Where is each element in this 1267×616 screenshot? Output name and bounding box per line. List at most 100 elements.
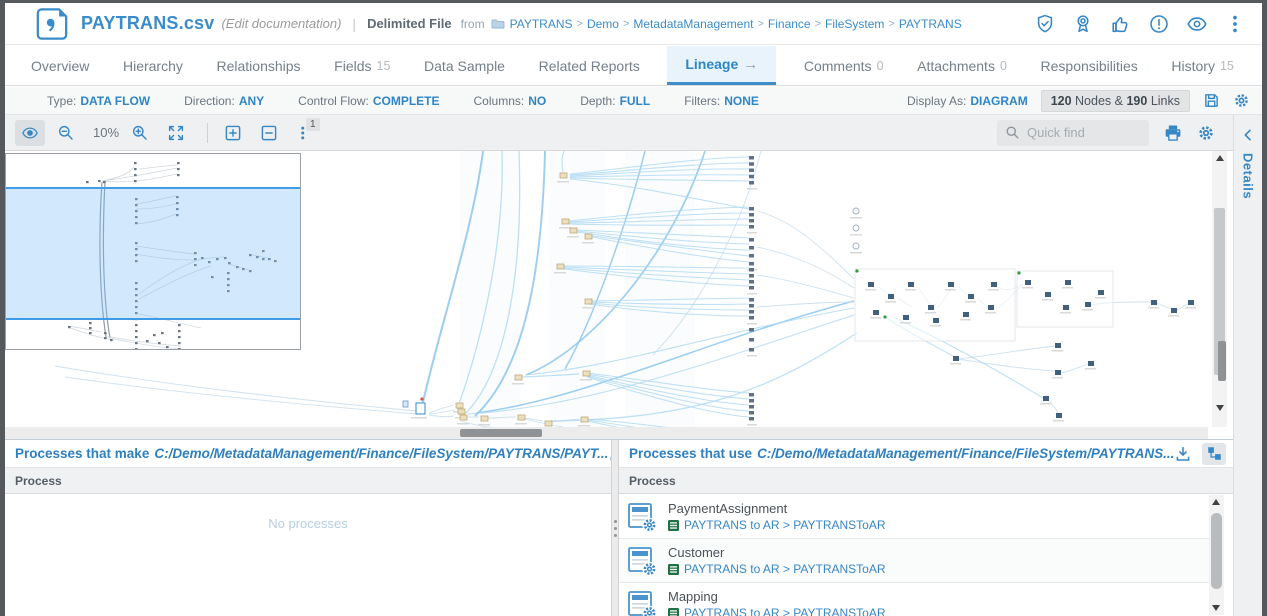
lineage-arrow-icon: → xyxy=(743,56,758,73)
nodes-links-count: 120 Nodes & 190 Links xyxy=(1041,90,1190,112)
process-path[interactable]: PAYTRANS to AR > PAYTRANSToAR xyxy=(684,562,886,576)
process-path[interactable]: PAYTRANS to AR > PAYTRANSToAR xyxy=(684,606,886,616)
tab-comments[interactable]: Comments0 xyxy=(798,46,890,85)
tab-badge: 15 xyxy=(1220,59,1234,73)
settings-gear-icon[interactable] xyxy=(1233,92,1250,109)
collapse-all-button[interactable] xyxy=(254,120,284,146)
breadcrumb-item[interactable]: MetadataManagement xyxy=(633,17,753,31)
diagram-settings-gear-icon[interactable] xyxy=(1197,124,1215,142)
header-divider: | xyxy=(352,16,356,32)
zoom-out-button[interactable] xyxy=(51,120,81,146)
delimited-file-icon xyxy=(35,7,69,41)
tab-history[interactable]: History15 xyxy=(1165,46,1239,85)
alert-circle-icon[interactable] xyxy=(1148,13,1170,35)
tab-data-sample[interactable]: Data Sample xyxy=(418,46,511,85)
overflow-count-badge: 1 xyxy=(306,118,320,131)
filter-depth[interactable]: Depth:FULL xyxy=(580,94,650,108)
tab-related-reports[interactable]: Related Reports xyxy=(533,46,646,85)
processes-that-make-panel: Processes that make C:/Demo/MetadataMana… xyxy=(5,440,611,616)
process-row[interactable]: Mapping PAYTRANS to AR > PAYTRANSToAR xyxy=(619,583,1209,616)
zoom-in-button[interactable] xyxy=(125,120,155,146)
minimap-viewport[interactable] xyxy=(6,187,300,320)
breadcrumb-item[interactable]: FileSystem xyxy=(825,17,884,31)
tab-responsibilities[interactable]: Responsibilities xyxy=(1035,46,1144,85)
filter-filters[interactable]: Filters:NONE xyxy=(684,94,759,108)
tab-overview[interactable]: Overview xyxy=(25,46,95,85)
scroll-down-arrow[interactable] xyxy=(1216,405,1224,411)
process-column-header: Process xyxy=(5,468,611,494)
diagram-horizontal-scrollbar[interactable] xyxy=(5,427,1208,439)
breadcrumb-item[interactable]: PAYTRANS xyxy=(510,17,573,31)
process-panels: Processes that make C:/Demo/MetadataMana… xyxy=(5,439,1233,616)
award-ribbon-icon[interactable] xyxy=(1072,13,1094,35)
download-icon[interactable] xyxy=(1174,445,1192,463)
scroll-up-arrow[interactable] xyxy=(1212,499,1220,505)
process-row[interactable]: PaymentAssignment PAYTRANS to AR > PAYTR… xyxy=(619,495,1209,539)
filter-control-flow[interactable]: Control Flow:COMPLETE xyxy=(298,94,439,108)
tree-view-toggle-icon[interactable] xyxy=(1202,443,1226,465)
overview-eye-button[interactable] xyxy=(15,120,45,146)
kebab-menu-icon[interactable] xyxy=(1224,13,1246,35)
tab-badge: 0 xyxy=(877,59,884,73)
process-row[interactable]: Customer PAYTRANS to AR > PAYTRANSToAR xyxy=(619,539,1209,583)
filter-columns[interactable]: Columns:NO xyxy=(474,94,547,108)
file-type-label: Delimited File xyxy=(367,16,452,31)
process-list-scrollbar[interactable] xyxy=(1209,495,1224,615)
diagram-toolbar: 10% 1 xyxy=(5,115,1233,151)
shield-check-icon[interactable] xyxy=(1034,13,1056,35)
diagram-vertical-scrollbar[interactable] xyxy=(1212,151,1227,427)
scrollbar-thumb[interactable] xyxy=(1218,341,1226,381)
panel-splitter[interactable] xyxy=(611,440,619,616)
filter-direction[interactable]: Direction:ANY xyxy=(184,94,264,108)
mapping-sheet-icon xyxy=(668,608,679,616)
panel-title-path: C:/Demo/MetadataManagement/Finance/FileS… xyxy=(757,446,1174,461)
fit-to-screen-button[interactable] xyxy=(161,120,191,146)
scrollbar-thumb[interactable] xyxy=(460,429,542,437)
download-icon[interactable] xyxy=(608,445,611,463)
process-name: Mapping xyxy=(668,589,886,604)
processes-that-use-panel: Processes that use C:/Demo/MetadataManag… xyxy=(619,440,1233,616)
save-diagram-icon[interactable] xyxy=(1203,92,1220,109)
tab-badge: 0 xyxy=(1000,59,1007,73)
tab-hierarchy[interactable]: Hierarchy xyxy=(117,46,189,85)
process-name: Customer xyxy=(668,545,886,560)
print-icon[interactable] xyxy=(1163,123,1183,143)
details-panel-collapsed: Details xyxy=(1233,115,1262,616)
process-path[interactable]: PAYTRANS to AR > PAYTRANSToAR xyxy=(684,518,886,532)
scrollbar-thumb[interactable] xyxy=(1211,513,1222,589)
lineage-filter-bar: Type:DATA FLOW Direction:ANY Control Flo… xyxy=(5,87,1262,115)
process-column-header: Process xyxy=(619,468,1233,494)
overflow-menu-button[interactable]: 1 xyxy=(290,120,320,146)
breadcrumb-item[interactable]: Finance xyxy=(768,17,811,31)
from-label: from xyxy=(461,17,485,31)
details-panel-label[interactable]: Details xyxy=(1241,153,1256,199)
metadata-manager-window: PAYTRANS.csv (Edit documentation) | Deli… xyxy=(0,0,1267,616)
expand-details-chevron-icon[interactable] xyxy=(1240,127,1256,143)
breadcrumb: PAYTRANS> Demo> MetadataManagement> Fina… xyxy=(510,17,962,31)
scroll-up-arrow[interactable] xyxy=(1216,155,1224,161)
scroll-down-arrow[interactable] xyxy=(1212,605,1220,611)
page-title: PAYTRANS.csv xyxy=(81,13,214,34)
empty-state-message: No processes xyxy=(5,494,611,531)
mapping-sheet-icon xyxy=(668,564,679,575)
tab-lineage[interactable]: Lineage→ xyxy=(667,46,776,85)
eye-icon[interactable] xyxy=(1186,13,1208,35)
tab-bar: Overview Hierarchy Relationships Fields1… xyxy=(5,46,1262,86)
breadcrumb-item[interactable]: Demo xyxy=(587,17,619,31)
tab-relationships[interactable]: Relationships xyxy=(210,46,306,85)
zoom-level-label: 10% xyxy=(93,125,119,140)
thumbs-up-icon[interactable] xyxy=(1110,13,1132,35)
filter-type[interactable]: Type:DATA FLOW xyxy=(47,94,150,108)
expand-all-button[interactable] xyxy=(218,120,248,146)
display-as-selector[interactable]: Display As:DIAGRAM xyxy=(907,94,1028,108)
process-mapping-icon xyxy=(627,589,659,616)
edit-documentation-link[interactable]: (Edit documentation) xyxy=(221,16,341,31)
diagram-minimap[interactable] xyxy=(5,153,301,350)
lineage-diagram-canvas[interactable] xyxy=(5,151,1233,439)
breadcrumb-item[interactable]: PAYTRANS xyxy=(899,17,962,31)
entity-header: PAYTRANS.csv (Edit documentation) | Deli… xyxy=(5,3,1262,45)
panel-title-path: C:/Demo/MetadataManagement/Finance/FileS… xyxy=(154,446,608,461)
tab-attachments[interactable]: Attachments0 xyxy=(911,46,1013,85)
toolbar-divider xyxy=(207,123,208,143)
tab-fields[interactable]: Fields15 xyxy=(328,46,396,85)
